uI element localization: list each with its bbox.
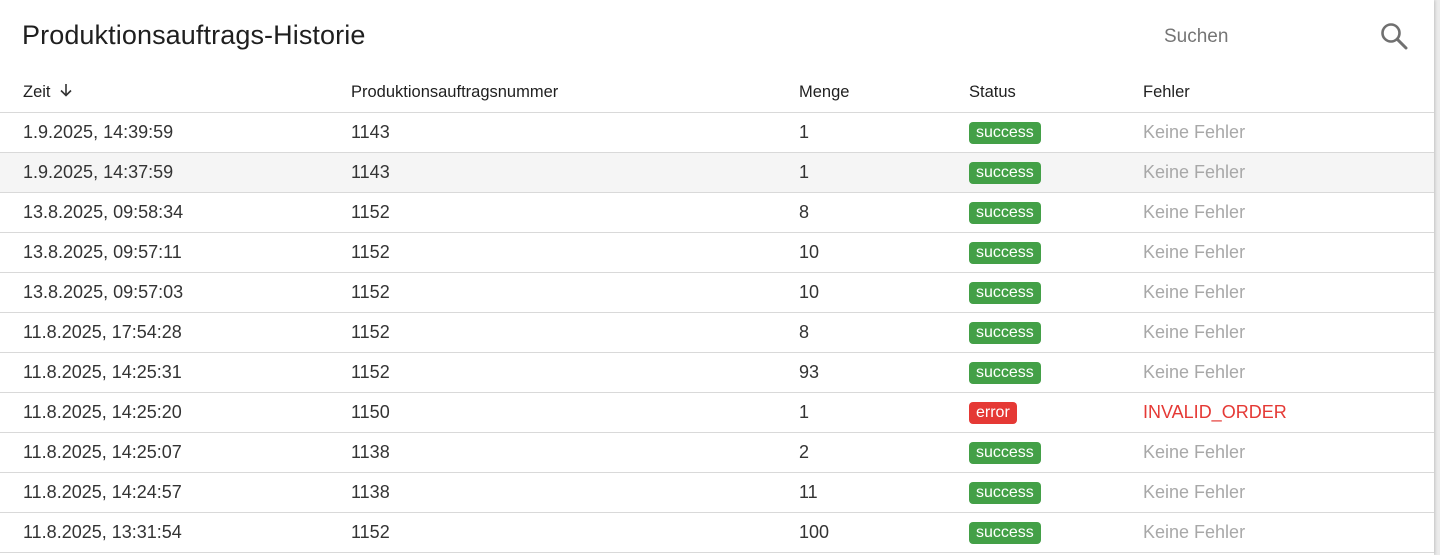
cell-error: Keine Fehler	[1143, 152, 1434, 193]
search-input[interactable]	[1150, 22, 1378, 52]
cell-quantity: 100	[799, 512, 969, 553]
status-badge: success	[969, 362, 1041, 384]
cell-error: Keine Fehler	[1143, 272, 1434, 313]
cell-order-number: 1152	[351, 312, 799, 353]
cell-time: 11.8.2025, 14:24:57	[0, 472, 351, 513]
cell-error: Keine Fehler	[1143, 232, 1434, 273]
table-row[interactable]: 13.8.2025, 09:57:11 1152 10 success Keine Fe…	[0, 232, 1434, 273]
cell-error: Keine Fehler	[1143, 512, 1434, 553]
table-body: 1.9.2025, 14:39:59 1143 1 success Keine Fehl…	[0, 112, 1434, 553]
cell-order-number: 1138	[351, 472, 799, 513]
table-row[interactable]: 11.8.2025, 14:25:07 1138 2 success Keine Feh…	[0, 432, 1434, 473]
cell-order-number: 1143	[351, 112, 799, 153]
cell-status: success	[969, 152, 1143, 193]
column-header-error[interactable]: Fehler	[1143, 72, 1434, 113]
table-row[interactable]: 11.8.2025, 14:25:31 1152 93 success Keine Fe…	[0, 352, 1434, 393]
cell-time: 13.8.2025, 09:57:03	[0, 272, 351, 313]
toolbar: Produktionsauftrags-Historie	[0, 0, 1434, 72]
status-badge: success	[969, 522, 1041, 544]
cell-quantity: 11	[799, 472, 969, 513]
table-row[interactable]: 11.8.2025, 13:31:54 1152 100 success Keine F…	[0, 512, 1434, 553]
cell-time: 11.8.2025, 17:54:28	[0, 312, 351, 353]
cell-status: error	[969, 392, 1143, 433]
cell-order-number: 1150	[351, 392, 799, 433]
cell-status: success	[969, 512, 1143, 553]
cell-order-number: 1152	[351, 272, 799, 313]
table-row[interactable]: 11.8.2025, 17:54:28 1152 8 success Keine Feh…	[0, 312, 1434, 353]
table-header-row: Zeit Produktionsauftragsnummer Menge Sta…	[0, 72, 1434, 113]
column-header-time[interactable]: Zeit	[0, 72, 351, 113]
cell-status: success	[969, 192, 1143, 233]
cell-order-number: 1152	[351, 352, 799, 393]
cell-quantity: 1	[799, 112, 969, 153]
table-row[interactable]: 13.8.2025, 09:57:03 1152 10 success Keine Fe…	[0, 272, 1434, 313]
cell-time: 11.8.2025, 14:25:31	[0, 352, 351, 393]
cell-status: success	[969, 472, 1143, 513]
cell-status: success	[969, 232, 1143, 273]
table-row[interactable]: 13.8.2025, 09:58:34 1152 8 success Keine Feh…	[0, 192, 1434, 233]
cell-quantity: 2	[799, 432, 969, 473]
cell-quantity: 1	[799, 392, 969, 433]
cell-error: Keine Fehler	[1143, 472, 1434, 513]
cell-status: success	[969, 432, 1143, 473]
history-table: Zeit Produktionsauftragsnummer Menge Sta…	[0, 72, 1434, 553]
cell-error: Keine Fehler	[1143, 352, 1434, 393]
cell-time: 1.9.2025, 14:39:59	[0, 112, 351, 153]
cell-quantity: 10	[799, 232, 969, 273]
column-header-time-label: Zeit	[23, 82, 51, 101]
cell-quantity: 8	[799, 192, 969, 233]
table-row[interactable]: 1.9.2025, 14:37:59 1143 1 success Keine Fehl…	[0, 152, 1434, 193]
column-header-order-number[interactable]: Produktionsauftragsnummer	[351, 72, 799, 113]
cell-quantity: 10	[799, 272, 969, 313]
cell-quantity: 93	[799, 352, 969, 393]
cell-order-number: 1152	[351, 192, 799, 233]
cell-order-number: 1138	[351, 432, 799, 473]
cell-time: 11.8.2025, 14:25:20	[0, 392, 351, 433]
history-card: Produktionsauftrags-Historie Zeit Produk…	[0, 0, 1434, 555]
cell-status: success	[969, 112, 1143, 153]
cell-error: Keine Fehler	[1143, 192, 1434, 233]
cell-time: 13.8.2025, 09:58:34	[0, 192, 351, 233]
status-badge: success	[969, 442, 1041, 464]
cell-time: 13.8.2025, 09:57:11	[0, 232, 351, 273]
cell-quantity: 1	[799, 152, 969, 193]
cell-status: success	[969, 352, 1143, 393]
page-title: Produktionsauftrags-Historie	[22, 20, 366, 50]
status-badge: success	[969, 242, 1041, 264]
column-header-status[interactable]: Status	[969, 72, 1143, 113]
table-row[interactable]: 1.9.2025, 14:39:59 1143 1 success Keine Fehl…	[0, 112, 1434, 153]
cell-time: 1.9.2025, 14:37:59	[0, 152, 351, 193]
cell-error: INVALID_ORDER	[1143, 392, 1434, 433]
table-row[interactable]: 11.8.2025, 14:25:20 1150 1 error INVALID_ORD…	[0, 392, 1434, 433]
cell-order-number: 1152	[351, 232, 799, 273]
status-badge: success	[969, 482, 1041, 504]
status-badge: error	[969, 402, 1017, 424]
cell-status: success	[969, 272, 1143, 313]
arrow-down-icon[interactable]	[59, 82, 73, 103]
table-row[interactable]: 11.8.2025, 14:24:57 1138 11 success Keine Fe…	[0, 472, 1434, 513]
search-button[interactable]	[1376, 18, 1412, 54]
cell-error: Keine Fehler	[1143, 432, 1434, 473]
cell-order-number: 1152	[351, 512, 799, 553]
cell-time: 11.8.2025, 13:31:54	[0, 512, 351, 553]
status-badge: success	[969, 322, 1041, 344]
column-header-quantity[interactable]: Menge	[799, 72, 969, 113]
cell-quantity: 8	[799, 312, 969, 353]
cell-order-number: 1143	[351, 152, 799, 193]
cell-status: success	[969, 312, 1143, 353]
status-badge: success	[969, 162, 1041, 184]
cell-time: 11.8.2025, 14:25:07	[0, 432, 351, 473]
cell-error: Keine Fehler	[1143, 312, 1434, 353]
status-badge: success	[969, 202, 1041, 224]
search-icon	[1381, 23, 1408, 50]
cell-error: Keine Fehler	[1143, 112, 1434, 153]
status-badge: success	[969, 282, 1041, 304]
status-badge: success	[969, 122, 1041, 144]
